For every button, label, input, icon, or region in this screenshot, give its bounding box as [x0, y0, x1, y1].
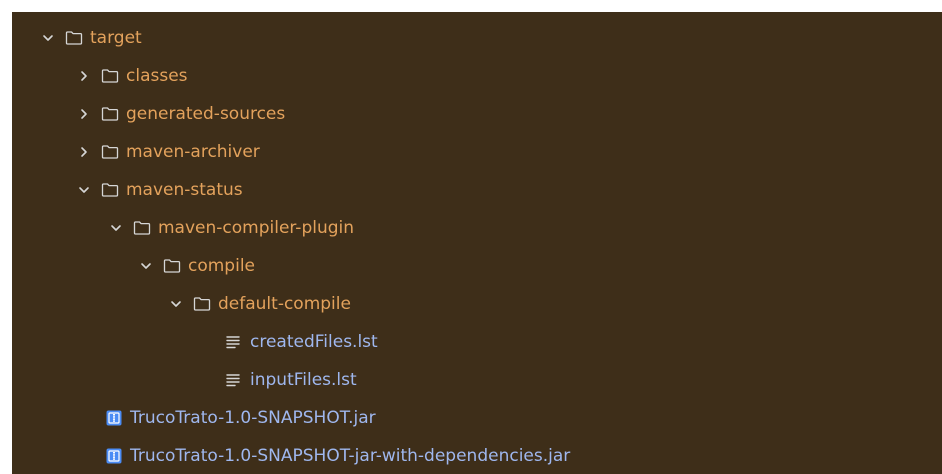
project-file-tree: target classes generated-sources maven-a… [12, 12, 942, 474]
tree-item-default-compile[interactable]: default-compile [12, 285, 942, 323]
tree-item-maven-status[interactable]: maven-status [12, 171, 942, 209]
chevron-down-icon[interactable] [40, 30, 56, 46]
tree-item-label: maven-status [126, 180, 243, 200]
tree-item-label: compile [188, 256, 256, 276]
tree-item-generated-sources[interactable]: generated-sources [12, 95, 942, 133]
chevron-down-icon[interactable] [138, 258, 154, 274]
chevron-down-icon[interactable] [76, 182, 92, 198]
tree-item-label: maven-archiver [126, 142, 260, 162]
chevron-down-icon[interactable] [108, 220, 124, 236]
tree-item-compile[interactable]: compile [12, 247, 942, 285]
folder-icon [132, 218, 152, 238]
text-file-icon [224, 332, 244, 352]
tree-item-jar-snapshot[interactable]: TrucoTrato-1.0-SNAPSHOT.jar [12, 399, 942, 437]
tree-item-maven-archiver[interactable]: maven-archiver [12, 133, 942, 171]
text-file-icon [224, 370, 244, 390]
tree-item-label: inputFiles.lst [250, 370, 357, 390]
tree-item-label: classes [126, 66, 188, 86]
tree-item-createdfiles-lst[interactable]: createdFiles.lst [12, 323, 942, 361]
folder-icon [162, 256, 182, 276]
tree-item-classes[interactable]: classes [12, 57, 942, 95]
project-tree-panel: target classes generated-sources maven-a… [0, 0, 942, 474]
tree-item-label: target [90, 28, 142, 48]
folder-icon [100, 66, 120, 86]
jar-archive-icon [104, 446, 124, 466]
folder-icon [64, 28, 84, 48]
chevron-right-icon[interactable] [76, 68, 92, 84]
tree-item-label: TrucoTrato-1.0-SNAPSHOT.jar [130, 408, 376, 428]
jar-archive-icon [104, 408, 124, 428]
tree-item-label: maven-compiler-plugin [158, 218, 355, 238]
folder-icon [100, 180, 120, 200]
tree-item-label: generated-sources [126, 104, 286, 124]
tree-item-label: default-compile [218, 294, 351, 314]
tree-item-target[interactable]: target [12, 19, 942, 57]
chevron-right-icon[interactable] [76, 106, 92, 122]
tree-item-label: createdFiles.lst [250, 332, 378, 352]
tree-item-inputfiles-lst[interactable]: inputFiles.lst [12, 361, 942, 399]
tree-item-jar-with-dependencies[interactable]: TrucoTrato-1.0-SNAPSHOT-jar-with-depende… [12, 437, 942, 474]
folder-icon [192, 294, 212, 314]
chevron-down-icon[interactable] [168, 296, 184, 312]
folder-icon [100, 104, 120, 124]
folder-icon [100, 142, 120, 162]
chevron-right-icon[interactable] [76, 144, 92, 160]
tree-item-label: TrucoTrato-1.0-SNAPSHOT-jar-with-depende… [130, 446, 571, 466]
tree-item-maven-compiler-plugin[interactable]: maven-compiler-plugin [12, 209, 942, 247]
